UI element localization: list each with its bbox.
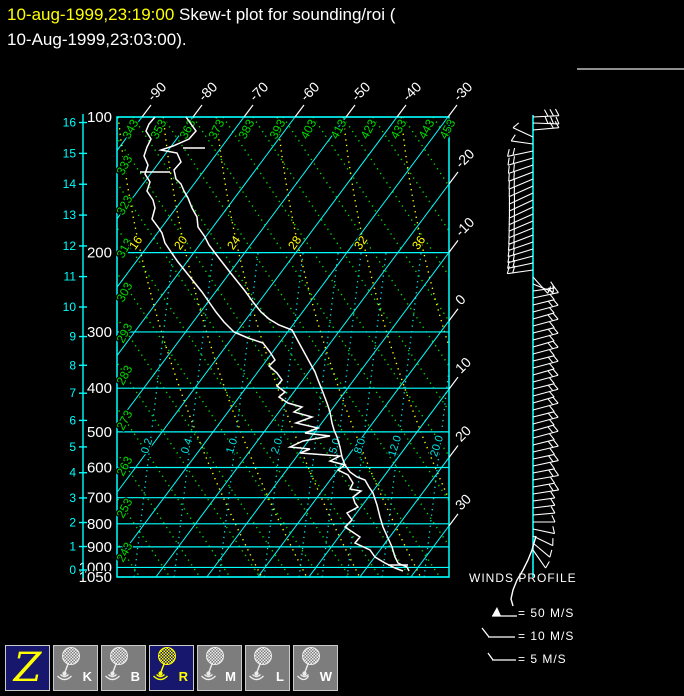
svg-text:383: 383 [236, 117, 258, 142]
svg-text:12: 12 [63, 239, 77, 253]
svg-text:9: 9 [69, 330, 76, 344]
winds-profile-title: WINDS PROFILE [469, 571, 577, 585]
svg-text:0: 0 [69, 563, 76, 577]
svg-text:433: 433 [388, 117, 410, 142]
button-letter: B [130, 669, 140, 684]
svg-text:6: 6 [69, 413, 76, 427]
toolbar: Z K B R M L W [5, 645, 341, 691]
legend-50ms-label: = 50 M/S [518, 606, 575, 620]
button-letter: W [319, 669, 332, 684]
svg-text:2.0: 2.0 [269, 437, 285, 455]
sounding-button-k[interactable]: K [53, 645, 98, 691]
svg-text:1: 1 [69, 540, 76, 554]
svg-text:7: 7 [69, 386, 76, 400]
svg-text:-90: -90 [144, 78, 170, 104]
svg-text:20.0: 20.0 [428, 434, 446, 458]
sounding-traces [140, 116, 410, 572]
svg-text:15: 15 [63, 146, 77, 160]
svg-text:10: 10 [452, 354, 474, 376]
sounding-button-l[interactable]: L [245, 645, 290, 691]
svg-text:1.0: 1.0 [224, 437, 240, 455]
svg-text:28: 28 [285, 233, 304, 252]
temperature-trace [158, 116, 410, 572]
svg-text:36: 36 [409, 233, 428, 252]
height-axis: 012345678910111213141516 [61, 114, 87, 578]
svg-text:24: 24 [224, 233, 243, 252]
svg-text:0.2: 0.2 [139, 437, 155, 455]
svg-text:20: 20 [452, 422, 474, 444]
svg-text:300: 300 [87, 324, 112, 341]
button-letter: R [178, 669, 188, 684]
svg-text:8.0: 8.0 [352, 437, 368, 455]
svg-text:200: 200 [87, 245, 112, 262]
app-window: 10-aug-1999,23:19:00 Skew-t plot for sou… [0, 0, 684, 696]
svg-text:5: 5 [69, 440, 76, 454]
zoom-button[interactable]: Z [5, 645, 50, 691]
svg-text:14: 14 [63, 177, 77, 191]
svg-text:453: 453 [437, 117, 459, 142]
svg-text:403: 403 [298, 117, 320, 142]
svg-text:-50: -50 [348, 78, 374, 104]
svg-text:-60: -60 [297, 78, 323, 104]
sounding-button-w[interactable]: W [293, 645, 338, 691]
svg-text:100: 100 [87, 109, 112, 126]
legend-10ms-label: = 10 M/S [518, 629, 575, 643]
svg-text:600: 600 [87, 460, 112, 477]
button-letter: K [82, 669, 92, 684]
field-lines [117, 117, 449, 577]
z-glyph: Z [13, 645, 42, 691]
legend-5ms-label: = 5 M/S [518, 652, 567, 666]
svg-text:16: 16 [63, 116, 77, 130]
svg-text:500: 500 [87, 424, 112, 441]
svg-text:30: 30 [452, 490, 474, 512]
skewt-plot: 1002003004005006007008009001000105001234… [61, 77, 560, 661]
svg-text:11: 11 [64, 270, 77, 284]
svg-text:343: 343 [120, 117, 142, 142]
svg-text:0.4: 0.4 [179, 437, 195, 455]
svg-text:12.0: 12.0 [386, 434, 404, 458]
svg-text:-10: -10 [452, 214, 478, 240]
svg-text:373: 373 [206, 117, 228, 142]
balloon-icon [249, 647, 272, 681]
svg-text:-80: -80 [195, 78, 221, 104]
svg-text:900: 900 [87, 539, 112, 556]
button-letter: M [225, 669, 236, 684]
svg-text:400: 400 [87, 380, 112, 397]
svg-text:0: 0 [452, 291, 469, 308]
svg-text:32: 32 [351, 233, 370, 252]
svg-text:393: 393 [267, 117, 289, 142]
svg-text:700: 700 [87, 490, 112, 507]
svg-text:3: 3 [69, 491, 76, 505]
svg-text:-20: -20 [452, 145, 478, 171]
svg-text:-40: -40 [399, 78, 425, 104]
svg-text:-70: -70 [246, 78, 272, 104]
svg-text:-30: -30 [450, 78, 476, 104]
svg-text:423: 423 [358, 117, 380, 142]
svg-text:8: 8 [69, 358, 76, 372]
sounding-button-r-active[interactable]: R [149, 645, 194, 691]
svg-text:20: 20 [171, 233, 190, 252]
sounding-button-m[interactable]: M [197, 645, 242, 691]
svg-text:10: 10 [63, 300, 77, 314]
button-letter: L [276, 669, 284, 684]
wind-legend-glyphs [481, 607, 517, 661]
svg-text:443: 443 [416, 117, 438, 142]
svg-text:13: 13 [63, 208, 77, 222]
svg-text:800: 800 [87, 516, 112, 533]
wind-profile [506, 108, 560, 607]
svg-text:2: 2 [69, 516, 76, 530]
svg-text:4: 4 [69, 466, 76, 480]
sounding-button-b[interactable]: B [101, 645, 146, 691]
